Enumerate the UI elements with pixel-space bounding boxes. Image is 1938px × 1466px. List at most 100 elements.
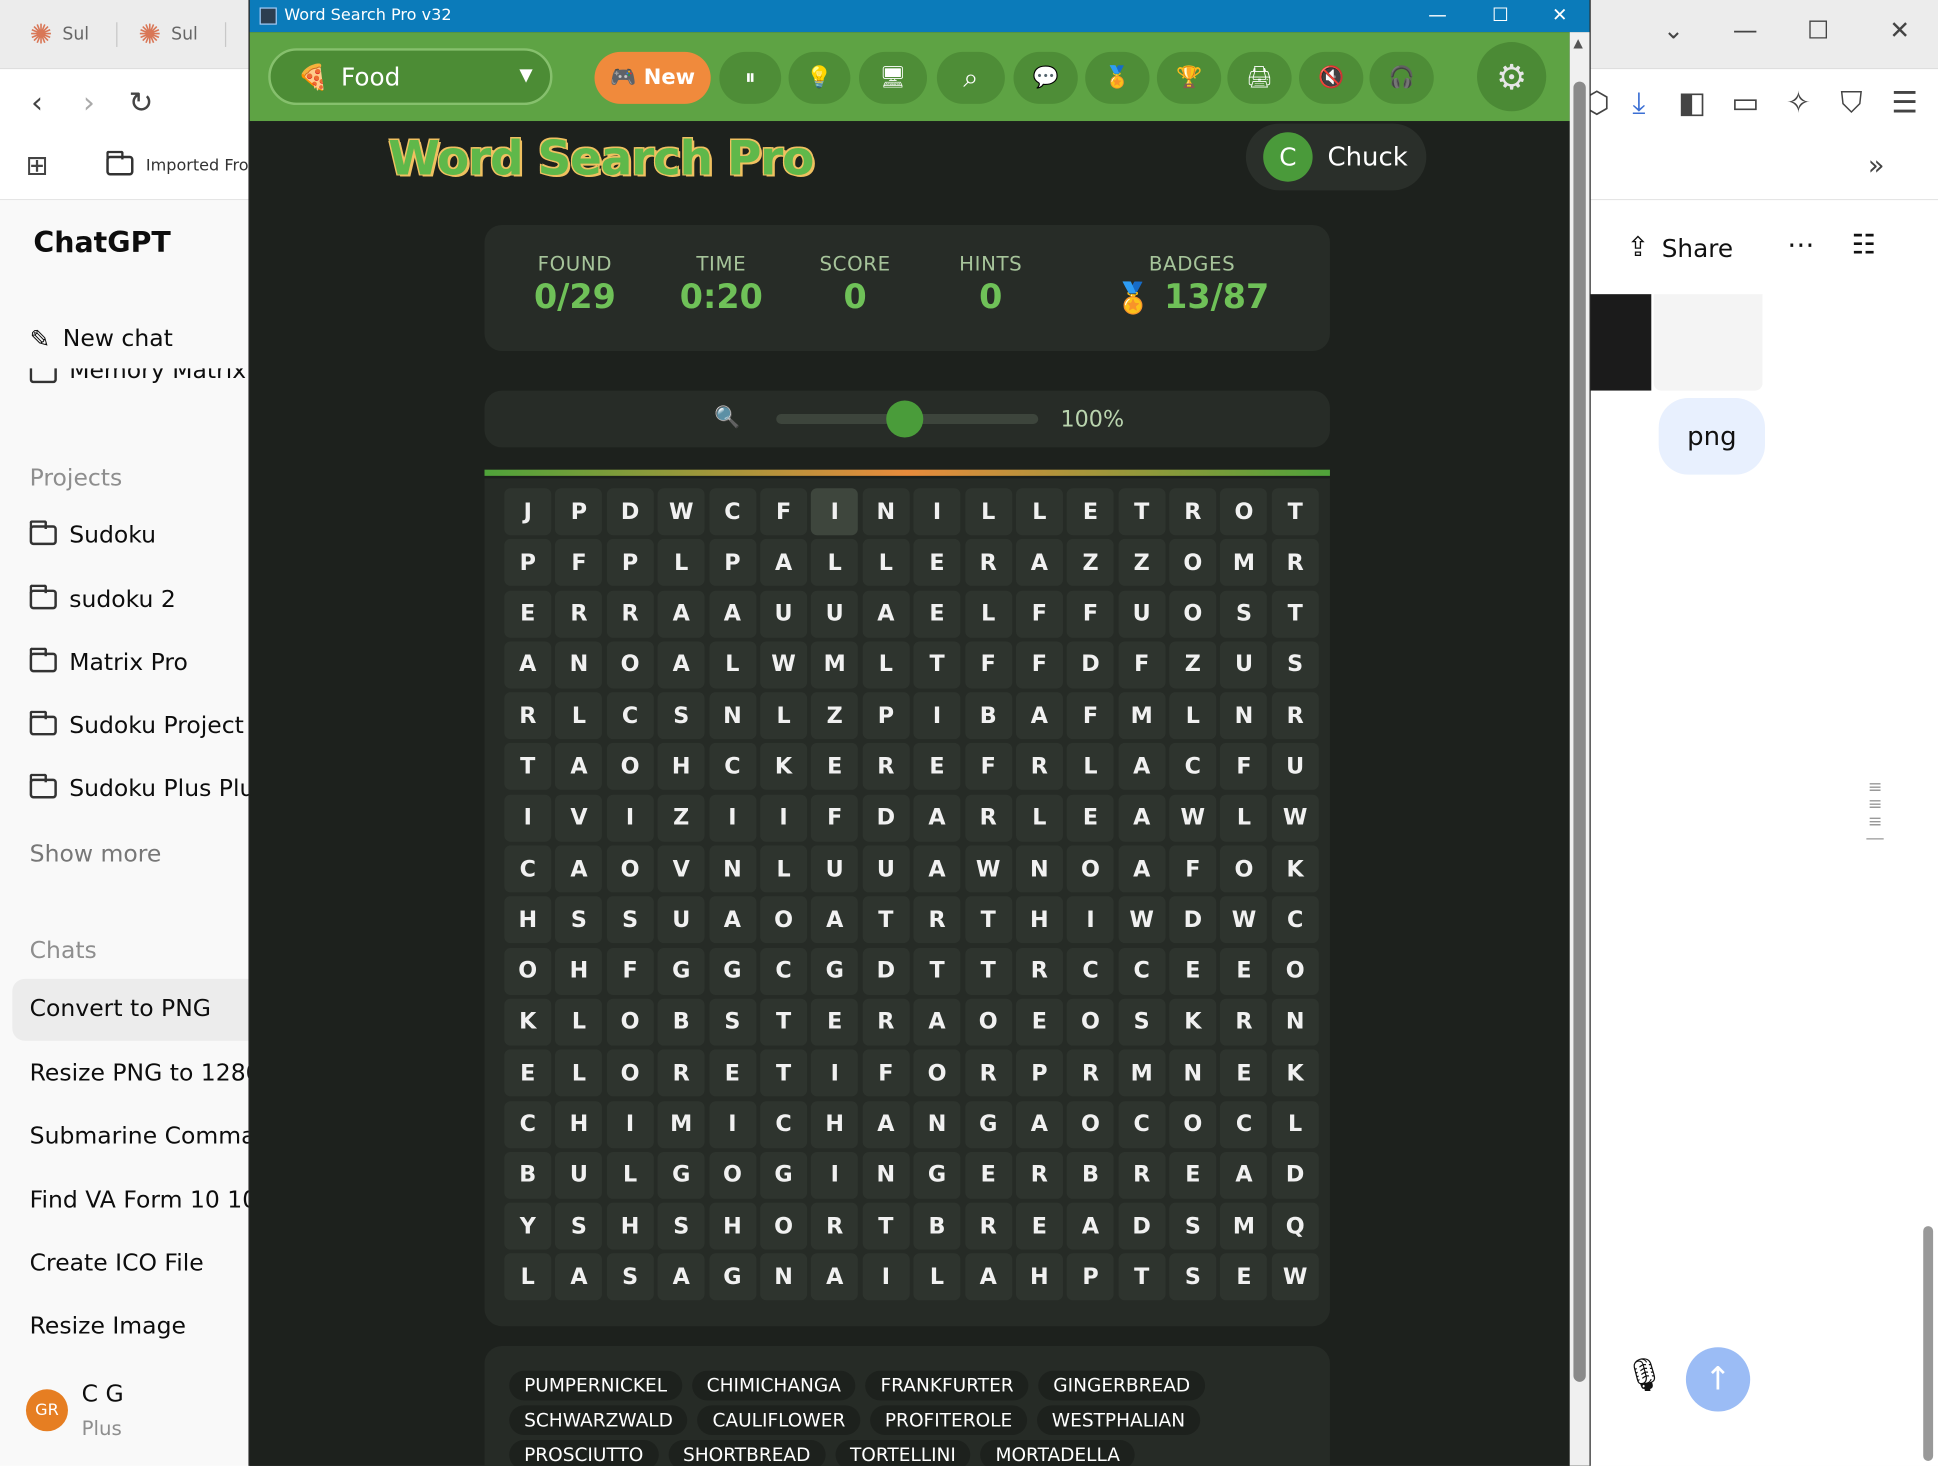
- grid-cell[interactable]: M: [657, 1100, 705, 1148]
- grid-cell[interactable]: R: [504, 692, 552, 740]
- chat-item[interactable]: Convert to PNG: [30, 995, 211, 1022]
- grid-cell[interactable]: U: [555, 1151, 603, 1199]
- grid-cell[interactable]: O: [1220, 845, 1268, 893]
- apps-grid-icon[interactable]: ⊞: [17, 151, 57, 182]
- sidebar-toggle-icon[interactable]: ◧: [1672, 85, 1712, 120]
- grid-cell[interactable]: H: [1015, 1253, 1063, 1301]
- grid-cell[interactable]: K: [760, 743, 808, 791]
- display-button[interactable]: 🖥: [859, 51, 927, 104]
- grid-cell[interactable]: T: [964, 896, 1012, 944]
- grid-cell[interactable]: E: [1220, 947, 1268, 995]
- wallet-icon[interactable]: ▭: [1725, 85, 1765, 120]
- project-item[interactable]: Sudoku Project: [29, 710, 244, 739]
- grid-cell[interactable]: O: [913, 1049, 961, 1097]
- new-chat-button[interactable]: ✎ New chat: [30, 324, 173, 354]
- grid-cell[interactable]: U: [811, 845, 859, 893]
- grid-cell[interactable]: B: [657, 998, 705, 1046]
- grid-cell[interactable]: T: [1118, 1253, 1166, 1301]
- grid-cell[interactable]: R: [964, 1202, 1012, 1250]
- grid-cell[interactable]: F: [811, 794, 859, 842]
- grid-cell[interactable]: I: [708, 794, 756, 842]
- grid-cell[interactable]: L: [1169, 692, 1217, 740]
- trophy-button[interactable]: 🏆: [1156, 51, 1222, 104]
- grid-cell[interactable]: E: [1220, 1049, 1268, 1097]
- grid-cell[interactable]: C: [606, 692, 654, 740]
- grid-cell[interactable]: C: [760, 1100, 808, 1148]
- grid-cell[interactable]: F: [1015, 641, 1063, 689]
- grid-cell[interactable]: O: [606, 743, 654, 791]
- grid-cell[interactable]: A: [913, 998, 961, 1046]
- microphone-icon[interactable]: 🎙: [1624, 1357, 1665, 1394]
- grid-cell[interactable]: A: [555, 743, 603, 791]
- grid-cell[interactable]: E: [913, 743, 961, 791]
- puzzle-grid[interactable]: JPDWCFINILLETROTPFPLPALLERAZZOMRERRAAUUA…: [504, 488, 1319, 1301]
- grid-cell[interactable]: A: [760, 539, 808, 587]
- grid-cell[interactable]: L: [913, 1253, 961, 1301]
- grid-cell[interactable]: A: [1118, 794, 1166, 842]
- grid-cell[interactable]: A: [657, 590, 705, 638]
- grid-cell[interactable]: B: [1067, 1151, 1115, 1199]
- grid-cell[interactable]: C: [1271, 896, 1319, 944]
- grid-cell[interactable]: V: [657, 845, 705, 893]
- grid-cell[interactable]: B: [504, 1151, 552, 1199]
- grid-cell[interactable]: P: [708, 539, 756, 587]
- new-game-button[interactable]: 🎮 New: [594, 51, 711, 104]
- category-select[interactable]: 🍕 Food ▼: [268, 48, 553, 106]
- grid-cell[interactable]: A: [1220, 1151, 1268, 1199]
- grid-cell[interactable]: B: [964, 692, 1012, 740]
- grid-cell[interactable]: M: [1220, 1202, 1268, 1250]
- grid-cell[interactable]: A: [1118, 845, 1166, 893]
- grid-cell[interactable]: M: [811, 641, 859, 689]
- grid-cell[interactable]: I: [811, 488, 859, 536]
- grid-cell[interactable]: F: [964, 641, 1012, 689]
- grid-cell[interactable]: H: [1015, 896, 1063, 944]
- badges-button[interactable]: 🏅: [1085, 51, 1150, 104]
- grid-cell[interactable]: R: [862, 998, 910, 1046]
- grid-cell[interactable]: E: [1015, 1202, 1063, 1250]
- grid-cell[interactable]: D: [1118, 1202, 1166, 1250]
- grid-cell[interactable]: W: [1169, 794, 1217, 842]
- grid-cell[interactable]: E: [1067, 794, 1115, 842]
- grid-cell[interactable]: L: [964, 590, 1012, 638]
- grid-cell[interactable]: A: [913, 845, 961, 893]
- grid-cell[interactable]: O: [606, 998, 654, 1046]
- chat-item[interactable]: Submarine Command: [30, 1122, 250, 1149]
- grid-cell[interactable]: I: [811, 1049, 859, 1097]
- grid-cell[interactable]: U: [1271, 743, 1319, 791]
- project-item[interactable]: Sudoku Plus Plus: [29, 773, 250, 802]
- grid-cell[interactable]: F: [964, 743, 1012, 791]
- search-button[interactable]: ⌕: [936, 51, 1005, 104]
- chat-button[interactable]: 💬: [1013, 51, 1078, 104]
- grid-cell[interactable]: S: [1169, 1253, 1217, 1301]
- grid-cell[interactable]: R: [964, 539, 1012, 587]
- bookmark-folder[interactable]: Imported From: [106, 150, 264, 176]
- grid-cell[interactable]: N: [708, 845, 756, 893]
- grid-cell[interactable]: P: [862, 692, 910, 740]
- grid-cell[interactable]: W: [1271, 1253, 1319, 1301]
- copilot-icon[interactable]: ✧: [1779, 85, 1819, 120]
- grid-cell[interactable]: A: [1067, 1202, 1115, 1250]
- pause-button[interactable]: ⏸: [719, 51, 782, 104]
- print-button[interactable]: 🖨: [1227, 51, 1292, 104]
- grid-cell[interactable]: L: [504, 1253, 552, 1301]
- back-icon[interactable]: ‹: [17, 85, 57, 120]
- grid-cell[interactable]: E: [1067, 488, 1115, 536]
- grid-cell[interactable]: L: [862, 641, 910, 689]
- grid-cell[interactable]: R: [555, 590, 603, 638]
- grid-cell[interactable]: A: [555, 845, 603, 893]
- grid-cell[interactable]: N: [913, 1100, 961, 1148]
- chat-item[interactable]: Find VA Form 10 101: [30, 1187, 250, 1214]
- grid-cell[interactable]: N: [862, 1151, 910, 1199]
- grid-cell[interactable]: O: [1220, 488, 1268, 536]
- shield-icon[interactable]: ⛉: [1832, 85, 1872, 120]
- hint-button[interactable]: 💡: [788, 51, 851, 104]
- grid-cell[interactable]: L: [760, 845, 808, 893]
- chat-item[interactable]: Resize PNG to 1280x: [30, 1059, 250, 1086]
- grid-cell[interactable]: P: [504, 539, 552, 587]
- grid-cell[interactable]: A: [657, 641, 705, 689]
- grid-cell[interactable]: U: [760, 590, 808, 638]
- grid-cell[interactable]: Z: [1118, 539, 1166, 587]
- grid-cell[interactable]: S: [708, 998, 756, 1046]
- grid-cell[interactable]: S: [657, 692, 705, 740]
- grid-cell[interactable]: H: [657, 743, 705, 791]
